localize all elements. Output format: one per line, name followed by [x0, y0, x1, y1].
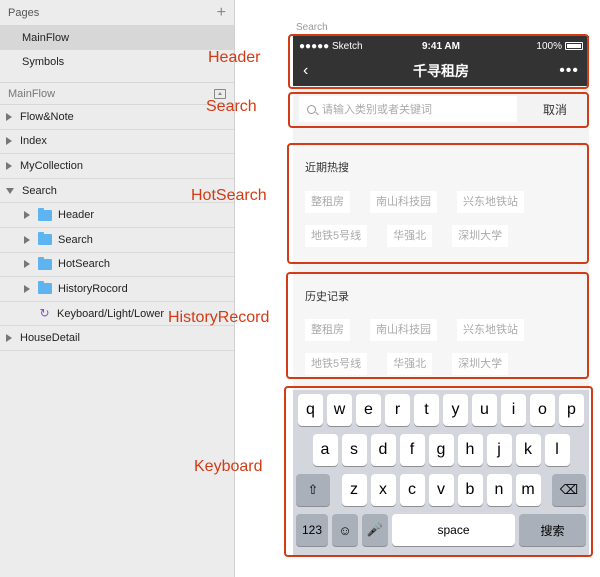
artboard-label[interactable]: Search: [296, 22, 328, 33]
header-annotation-box: [288, 34, 589, 89]
disclosure-triangle-icon[interactable]: [24, 211, 30, 220]
symbol-icon: ↻: [39, 306, 50, 321]
layer-item-index[interactable]: Index: [0, 130, 234, 155]
layers-section-header: MainFlow: [0, 83, 234, 105]
search-annotation: Search: [206, 98, 257, 115]
layer-label: Search: [58, 233, 93, 246]
disclosure-triangle-icon[interactable]: [24, 284, 30, 293]
disclosure-triangle-icon[interactable]: [6, 137, 12, 146]
export-icon[interactable]: [214, 88, 226, 99]
disclosure-triangle-icon[interactable]: [6, 161, 12, 170]
disclosure-triangle-icon[interactable]: [24, 260, 30, 269]
layer-item-flow-note[interactable]: Flow&Note: [0, 105, 234, 130]
hotsearch-annotation-box: [287, 143, 589, 264]
layer-label: Keyboard/Light/Lower: [57, 307, 165, 320]
layer-item-hotsearch[interactable]: HotSearch: [0, 253, 234, 278]
page-item-symbols[interactable]: Symbols: [0, 50, 234, 74]
page-label: MainFlow: [22, 32, 70, 44]
folder-icon: [38, 281, 52, 295]
layer-label: HotSearch: [58, 258, 110, 271]
keyboard-annotation-box: [284, 386, 593, 557]
layer-label: Index: [20, 135, 47, 148]
hotsearch-annotation: HotSearch: [191, 187, 267, 204]
layer-item-search-group[interactable]: Search: [0, 228, 234, 253]
header-annotation: Header: [208, 49, 261, 66]
disclosure-triangle-icon[interactable]: [6, 334, 12, 343]
layer-item-housedetail[interactable]: HouseDetail: [0, 326, 234, 351]
search-annotation-box: [288, 92, 589, 128]
layer-item-mycollection[interactable]: MyCollection: [0, 154, 234, 179]
layer-item-header[interactable]: Header: [0, 203, 234, 228]
section-label: MainFlow: [8, 87, 56, 100]
layer-label: HistoryRocord: [58, 282, 128, 295]
layer-label: HouseDetail: [20, 332, 80, 345]
pages-label: Pages: [8, 6, 40, 19]
add-page-icon[interactable]: +: [217, 4, 226, 21]
layers-sidebar: Pages + MainFlow Symbols MainFlow Flow&N…: [0, 0, 235, 577]
folder-icon: [38, 256, 52, 270]
pages-header: Pages +: [0, 0, 234, 26]
layer-label: Flow&Note: [20, 110, 74, 123]
disclosure-triangle-icon[interactable]: [6, 187, 14, 194]
layer-item-historyrocord[interactable]: HistoryRocord: [0, 277, 234, 302]
history-annotation-box: [286, 272, 589, 379]
more-icon[interactable]: •••: [559, 62, 579, 80]
layer-label: Header: [58, 209, 95, 222]
layer-label: MyCollection: [20, 159, 83, 172]
disclosure-triangle-icon[interactable]: [24, 235, 30, 244]
folder-icon: [38, 207, 52, 221]
page-item-mainflow[interactable]: MainFlow: [0, 26, 234, 50]
history-annotation: HistoryRecord: [168, 309, 270, 326]
divider: [0, 74, 234, 83]
disclosure-triangle-icon[interactable]: [6, 112, 12, 121]
page-label: Symbols: [22, 56, 65, 68]
layer-label: Search: [22, 184, 57, 197]
folder-icon: [38, 232, 52, 246]
back-icon[interactable]: ‹: [303, 62, 308, 80]
keyboard-annotation: Keyboard: [194, 458, 263, 475]
